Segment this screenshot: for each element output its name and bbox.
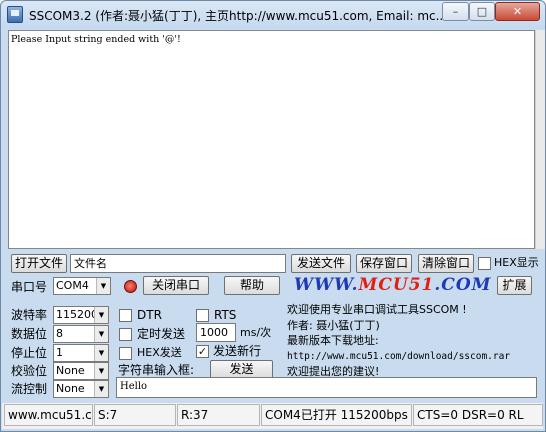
interval-unit-label: ms/次: [240, 326, 272, 339]
title-bar: SSCOM3.2 (作者:聂小猛(丁丁), 主页http://www.mcu51…: [1, 1, 545, 29]
save-window-button[interactable]: 保存窗口: [356, 254, 412, 273]
chevron-down-icon: ▼: [94, 381, 108, 397]
info-line-author: 作者: 聂小猛(丁丁): [287, 318, 380, 332]
parity-value: None: [56, 364, 85, 377]
data-bits-label: 数据位: [11, 327, 48, 341]
rts-checkbox[interactable]: [196, 309, 209, 322]
receive-scrollbar[interactable]: [535, 30, 545, 249]
send-file-button[interactable]: 发送文件: [291, 254, 351, 273]
hex-display-label: HEX显示: [494, 256, 539, 269]
status-port-state: COM4已打开 115200bps: [261, 404, 412, 426]
baud-select[interactable]: 115200 ▼: [53, 306, 109, 324]
dtr-checkbox[interactable]: [119, 309, 132, 322]
info-line-download: 最新版本下载地址:: [287, 334, 379, 347]
rts-label: RTS: [214, 308, 237, 322]
baud-value: 115200: [56, 308, 98, 321]
timed-send-checkbox[interactable]: [119, 328, 132, 341]
logo-prefix: WWW.: [294, 275, 359, 295]
stop-bits-value: 1: [56, 346, 63, 359]
chevron-down-icon: ▼: [94, 307, 108, 323]
string-input-label: 字符串输入框:: [118, 363, 195, 377]
flow-control-label: 流控制: [11, 382, 48, 396]
filename-input[interactable]: 文件名: [70, 254, 286, 273]
port-label: 串口号: [11, 280, 48, 294]
status-site: www.mcu51.cor: [4, 404, 93, 426]
stop-bits-label: 停止位: [11, 346, 48, 360]
receive-textarea[interactable]: Please Input string ended with '@'!: [8, 30, 535, 249]
flow-control-value: None: [56, 382, 85, 395]
app-icon: [7, 6, 23, 23]
status-signals: CTS=0 DSR=0 RL: [413, 404, 543, 426]
status-received-count: R:37: [177, 404, 260, 426]
maximize-button[interactable]: □: [469, 2, 495, 21]
chevron-down-icon: ▼: [94, 345, 108, 361]
parity-label: 校验位: [11, 364, 48, 378]
receive-text: Please Input string ended with '@'!: [11, 34, 181, 45]
logo-brand: MCU51: [358, 275, 435, 295]
status-bar: www.mcu51.cor S:7 R:37 COM4已打开 115200bps…: [2, 403, 543, 429]
interval-input[interactable]: 1000: [196, 323, 236, 342]
port-select[interactable]: COM4 ▼: [53, 277, 111, 295]
timed-send-label: 定时发送: [137, 327, 186, 341]
parity-select[interactable]: None ▼: [53, 362, 109, 380]
data-bits-value: 8: [56, 327, 63, 340]
dtr-label: DTR: [137, 308, 162, 322]
chevron-down-icon: ▼: [94, 326, 108, 342]
minimize-button[interactable]: –: [442, 2, 469, 21]
close-button[interactable]: ✕: [495, 2, 540, 21]
hex-send-label: HEX发送: [137, 346, 182, 359]
window-title: SSCOM3.2 (作者:聂小猛(丁丁), 主页http://www.mcu51…: [29, 9, 448, 23]
info-line-url[interactable]: http://www.mcu51.com/download/sscom.rar: [287, 349, 538, 365]
port-value: COM4: [56, 279, 89, 292]
status-sent-count: S:7: [94, 404, 176, 426]
help-button[interactable]: 帮助: [224, 276, 280, 295]
baud-label: 波特率: [11, 308, 48, 322]
chevron-down-icon: ▼: [94, 363, 108, 379]
chevron-down-icon: ▼: [96, 278, 110, 294]
hex-display-checkbox[interactable]: [478, 257, 491, 270]
clear-window-button[interactable]: 清除窗口: [418, 254, 474, 273]
hex-send-checkbox[interactable]: [119, 347, 132, 360]
open-file-button[interactable]: 打开文件: [11, 254, 67, 273]
flow-control-select[interactable]: None ▼: [53, 380, 109, 398]
close-port-button[interactable]: 关闭串口: [143, 276, 209, 295]
port-status-led-icon: [124, 280, 137, 293]
info-panel: 欢迎使用专业串口调试工具SSCOM ! 作者: 聂小猛(丁丁) 最新版本下载地址…: [287, 302, 538, 378]
info-line-welcome: 欢迎使用专业串口调试工具SSCOM !: [287, 303, 467, 316]
stop-bits-select[interactable]: 1 ▼: [53, 344, 109, 362]
logo-suffix: .COM: [434, 275, 492, 295]
send-string-input[interactable]: Hello: [116, 377, 537, 398]
send-newline-checkbox[interactable]: [196, 345, 209, 358]
send-newline-label: 发送新行: [213, 344, 262, 358]
mcu51-logo[interactable]: WWW.MCU51.COM: [294, 275, 491, 295]
expand-button[interactable]: 扩展: [497, 276, 532, 295]
data-bits-select[interactable]: 8 ▼: [53, 325, 109, 343]
